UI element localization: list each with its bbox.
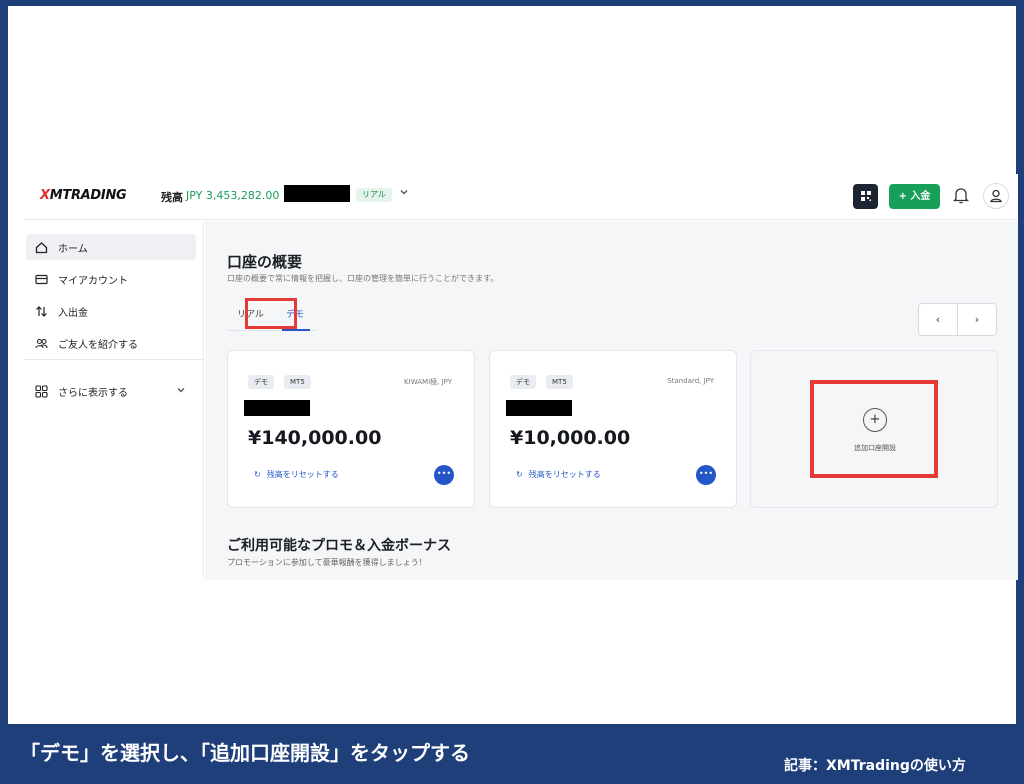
account-type-badge: リアル [356,188,392,202]
sidebar-item-show-more[interactable]: さらに表示する [26,378,196,404]
refresh-icon: ↻ [516,470,523,479]
sidebar-item-home[interactable]: ホーム [26,234,196,260]
balance-value: JPY 3,453,282.00 [186,189,280,202]
promo-subtitle: プロモーションに参加して豪華報酬を獲得しましょう！ [227,558,427,567]
top-bar: XMTRADING 残高 JPY 3,453,282.00 リアル + 入金 [24,174,1018,220]
sidebar: ホーム マイアカウント 入出金 ご友人を紹介する さらに表示する [24,221,204,580]
grid-icon [34,384,48,398]
active-tab-indicator [282,329,310,331]
sidebar-item-label: 入出金 [58,307,88,319]
demo-chip: デモ [510,375,536,389]
refresh-icon: ↻ [254,470,261,479]
more-options-button[interactable]: ••• [434,465,454,485]
page-subtitle: 口座の概要で常に情報を把握し、口座の管理を簡単に行うことができます。 [227,274,499,283]
sidebar-divider [24,359,204,360]
screenshot-area: XMTRADING 残高 JPY 3,453,282.00 リアル + 入金 ホ… [24,174,1018,580]
balance-label: 残高 [161,191,183,204]
sidebar-item-deposit-withdraw[interactable]: 入出金 [26,298,196,324]
account-type-label: KIWAMI極, JPY [404,378,452,386]
sidebar-item-refer-friend[interactable]: ご友人を紹介する [26,330,196,356]
transfer-icon [34,304,48,318]
instruction-caption: 「デモ」を選択し、「追加口座開設」をタップする [20,741,470,765]
xm-logo[interactable]: XMTRADING [40,188,127,203]
demo-account-card-2[interactable]: デモ MT5 Standard, JPY ¥10,000.00 ↻ 残高をリセット… [489,350,737,508]
sidebar-item-label: ご友人を紹介する [58,339,138,351]
page-title: 口座の概要 [227,253,303,271]
promo-title: ご利用可能なプロモ＆入金ボーナス [227,538,451,554]
people-icon [34,336,48,350]
user-avatar-button[interactable] [983,183,1009,209]
demo-chip: デモ [248,375,274,389]
more-options-button[interactable]: ••• [696,465,716,485]
carousel-prev-button[interactable]: ‹ [918,303,958,336]
sidebar-item-label: さらに表示する [58,387,128,399]
platform-chip: MT5 [284,375,311,389]
card-icon [34,272,48,286]
sidebar-item-label: ホーム [58,243,88,255]
reset-balance-link[interactable]: ↻ 残高をリセットする [516,469,601,480]
redacted-account-id [506,400,572,416]
account-balance: ¥10,000.00 [510,427,631,449]
account-switch-chevron-icon[interactable] [399,187,409,200]
redacted-account-number [284,185,350,202]
account-balance: ¥140,000.00 [248,427,382,449]
article-credit: 記事：XMTradingの使い方 [784,758,966,774]
main-content: 口座の概要 口座の概要で常に情報を把握し、口座の管理を簡単に行うことができます。… [205,221,1018,580]
sidebar-item-label: マイアカウント [58,275,128,287]
highlight-box-demo-tab [245,298,297,329]
home-icon [34,240,48,254]
demo-account-card-1[interactable]: デモ MT5 KIWAMI極, JPY ¥140,000.00 ↻ 残高をリセット… [227,350,475,508]
account-type-label: Standard, JPY [667,377,714,385]
redacted-account-id [244,400,310,416]
deposit-button[interactable]: + 入金 [889,184,940,209]
reset-balance-link[interactable]: ↻ 残高をリセットする [254,469,339,480]
qr-code-button[interactable] [853,184,878,209]
sidebar-item-my-account[interactable]: マイアカウント [26,266,196,292]
bell-icon[interactable] [952,186,970,204]
chevron-down-icon[interactable] [176,385,186,398]
highlight-box-add-account [810,380,938,478]
carousel-next-button[interactable]: › [957,303,997,336]
platform-chip: MT5 [546,375,573,389]
